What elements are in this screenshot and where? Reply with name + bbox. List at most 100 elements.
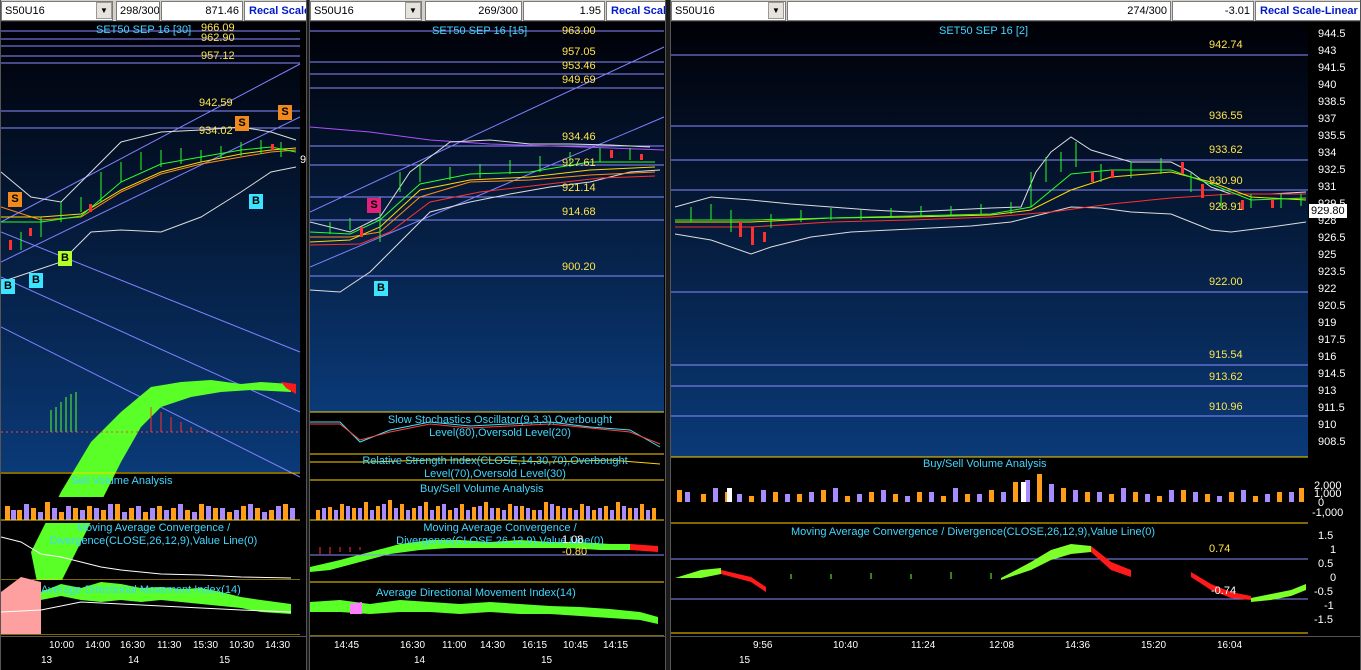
axis-tick: 929.5 (1318, 198, 1346, 210)
sell-signal: S (8, 192, 22, 207)
axis-tick: 940 (1318, 79, 1337, 91)
time-axis: 14:45 16:30 11:00 14:30 16:15 10:45 14:1… (310, 636, 665, 670)
time-label: 14:30 (480, 640, 506, 651)
time-label: 10:45 (563, 640, 589, 651)
price-level: 933.62 (1209, 144, 1243, 156)
time-label: 16:15 (522, 640, 548, 651)
price-level: 922.00 (1209, 276, 1243, 288)
price-chart-area[interactable] (1, 22, 307, 670)
axis-tick: 911.5 (1318, 402, 1345, 414)
axis-tick: 913 (1318, 385, 1337, 397)
axis-tick: 916 (1318, 351, 1337, 363)
time-label: 16:30 (120, 640, 146, 651)
chart-panel-1[interactable]: S50U16 ▼ 298/300 871.46 Recal Scale SET5… (0, 0, 307, 670)
recal-label: Recal Scale (249, 5, 307, 17)
price-level: 921.14 (562, 182, 596, 194)
time-label: 11:24 (911, 640, 936, 651)
time-label: 14:00 (85, 640, 111, 651)
price-level: 930.90 (1209, 175, 1243, 187)
macd-value: -0.74 (1211, 585, 1237, 597)
axis-tick: 910 (1318, 419, 1337, 431)
sell-signal: S (235, 116, 249, 131)
recal-scale-button[interactable]: Recal Scale (244, 1, 307, 21)
stochastic-label-text: Slow Stochastics Oscillator(9,3,3),Overb… (387, 414, 613, 439)
time-label: 11:30 (157, 640, 182, 651)
macd-label-text: Moving Average Convergence / Divergence(… (49, 522, 258, 547)
buy-signal: B (29, 273, 43, 288)
time-label: 16:30 (400, 640, 426, 651)
current-price-edge: 9 (300, 154, 307, 166)
value-readout: 871.46 (161, 1, 243, 21)
value-text: 871.46 (205, 5, 239, 17)
bar-count: 298/300 (116, 1, 160, 21)
chevron-down-icon[interactable]: ▼ (405, 2, 421, 19)
price-chart-area[interactable] (310, 22, 666, 670)
time-label: 9:56 (753, 640, 773, 651)
axis-tick: 920.5 (1318, 300, 1346, 312)
axis-tick: 914.5 (1318, 368, 1346, 380)
price-level: 962.90 (201, 32, 235, 44)
macd-label: Moving Average Convergence / Divergence(… (340, 522, 660, 548)
sell-signal: S (278, 105, 292, 120)
panel-3-toolbar: S50U16 ▼ 274/300 -3.01 Recal Scale-Linea… (671, 0, 1360, 22)
price-level: 936.55 (1209, 110, 1243, 122)
time-label: 14:45 (334, 640, 360, 651)
bar-count: 269/300 (425, 1, 522, 21)
axis-tick: 922 (1318, 283, 1337, 295)
price-axis: 944.5 943 941.5 940 938.5 937 935.5 934 … (1308, 22, 1360, 452)
price-level: 953.46 (562, 60, 596, 72)
price-level: 913.62 (1209, 371, 1243, 383)
axis-tick: 934 (1318, 147, 1337, 159)
time-axis: 10:00 14:00 16:30 11:30 15:30 10:30 14:3… (1, 636, 306, 670)
date-label: 14 (414, 655, 426, 666)
price-level: 915.54 (1209, 349, 1243, 361)
axis-tick: 935.5 (1318, 130, 1346, 142)
value-readout: 1.95 (523, 1, 605, 21)
bar-count-text: 274/300 (1127, 5, 1167, 17)
chevron-down-icon[interactable]: ▼ (768, 2, 784, 19)
adx-label: Average Directional Movement Index(14) (376, 587, 576, 599)
stochastic-label: Slow Stochastics Oscillator(9,3,3),Overb… (340, 414, 660, 440)
date-row: 15 (671, 654, 1360, 670)
chart-title: SET50 SEP 16 [2] (939, 25, 1029, 37)
rsi-label-text: Relative Strength Index(CLOSE,14,30,70),… (362, 455, 628, 480)
macd-label: Moving Average Convergence / Divergence(… (11, 522, 296, 548)
volume-label: Buy/Sell Volume Analysis (420, 483, 544, 495)
time-label: 12:08 (989, 640, 1015, 651)
recal-scale-button[interactable]: Recal Scale (606, 1, 665, 21)
recal-scale-button[interactable]: Recal Scale-Linear (1255, 1, 1360, 21)
axis-tick: -1 (1324, 600, 1334, 612)
axis-tick: -1,000 (1312, 507, 1344, 519)
panel-2-toolbar: S50U16 ▼ 269/300 1.95 Recal Scale (310, 0, 665, 22)
date-row: 14 15 (310, 654, 665, 670)
price-level: 914.68 (562, 206, 596, 218)
macd-label: Moving Average Convergence / Divergence(… (791, 526, 1156, 538)
axis-tick: 917.5 (1318, 334, 1346, 346)
time-label: 10:00 (49, 640, 75, 651)
chevron-down-icon[interactable]: ▼ (96, 2, 112, 19)
chart-panel-2[interactable]: S50U16 ▼ 269/300 1.95 Recal Scale (309, 0, 666, 670)
chart-title: SET50 SEP 16 [30] (96, 24, 192, 36)
time-label: 14:30 (265, 640, 291, 651)
symbol-text: S50U16 (5, 5, 45, 17)
value-text: -3.01 (1224, 5, 1250, 17)
volume-label: Buy/Sell Volume Analysis (923, 458, 1047, 470)
price-level: 928.91 (1209, 201, 1243, 213)
axis-tick: 0 (1330, 572, 1337, 584)
price-level: 957.12 (201, 50, 235, 62)
macd-value: 1.08 (562, 534, 584, 546)
time-label: 10:40 (833, 640, 859, 651)
time-label: 15:20 (1141, 640, 1167, 651)
price-level: 963.00 (562, 25, 596, 37)
volume-label: Sell Volume Analysis (71, 475, 173, 487)
axis-tick: 938.5 (1318, 96, 1346, 108)
price-level: 927.61 (562, 157, 596, 169)
axis-tick: 931 (1318, 181, 1337, 193)
price-level: 934.46 (562, 131, 596, 143)
buy-signal: B (374, 281, 388, 296)
time-label: 14:15 (603, 640, 629, 651)
chart-panel-3[interactable]: S50U16 ▼ 274/300 -3.01 Recal Scale-Linea… (670, 0, 1361, 670)
rsi-label: Relative Strength Index(CLOSE,14,30,70),… (330, 455, 660, 481)
price-chart-area[interactable] (671, 22, 1361, 670)
date-label: 15 (219, 655, 231, 666)
